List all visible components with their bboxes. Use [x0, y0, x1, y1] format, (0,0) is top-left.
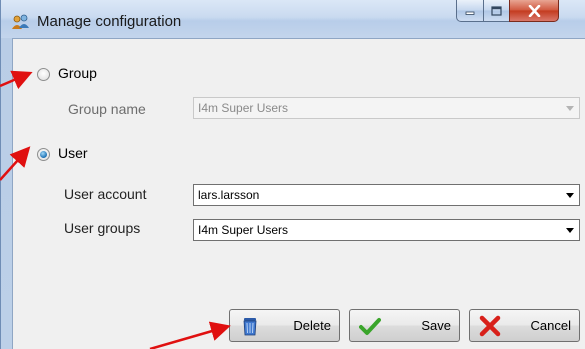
- group-radio-label[interactable]: Group: [58, 65, 97, 81]
- checkmark-icon: [359, 318, 381, 335]
- minimize-button[interactable]: [456, 0, 484, 22]
- chevron-down-icon: [566, 106, 574, 111]
- cancel-button[interactable]: Cancel: [469, 309, 580, 342]
- trash-icon: [243, 318, 257, 336]
- user-radio[interactable]: [37, 148, 50, 161]
- user-account-value: lars.larsson: [198, 188, 260, 202]
- user-groups-value: I4m Super Users: [198, 223, 289, 237]
- group-name-label: Group name: [68, 101, 146, 117]
- maximize-button[interactable]: [483, 0, 510, 22]
- manage-configuration-window: Manage configuration Group Group name I4…: [0, 0, 585, 349]
- group-radio[interactable]: [37, 68, 50, 81]
- user-groups-select[interactable]: I4m Super Users: [193, 219, 580, 241]
- cancel-x-icon: [479, 315, 501, 337]
- save-label: Save: [421, 318, 451, 333]
- delete-label: Delete: [293, 318, 331, 333]
- dialog-client-area: Group Group name I4m Super Users User Us…: [12, 38, 585, 349]
- cancel-label: Cancel: [530, 318, 571, 333]
- chevron-down-icon: [566, 228, 574, 233]
- close-button[interactable]: [509, 0, 559, 22]
- users-icon: [12, 14, 29, 29]
- delete-button[interactable]: Delete: [229, 309, 340, 342]
- user-radio-label[interactable]: User: [58, 145, 88, 161]
- save-button[interactable]: Save: [349, 309, 460, 342]
- maximize-icon: [491, 5, 502, 16]
- group-name-value: I4m Super Users: [198, 101, 289, 115]
- window-title: Manage configuration: [37, 13, 182, 30]
- user-account-select[interactable]: lars.larsson: [193, 184, 580, 206]
- chevron-down-icon: [566, 193, 574, 198]
- minimize-icon: [465, 11, 475, 15]
- user-groups-label: User groups: [64, 220, 141, 236]
- group-name-select[interactable]: I4m Super Users: [193, 97, 580, 119]
- user-account-label: User account: [64, 186, 147, 202]
- title-bar[interactable]: Manage configuration: [1, 0, 585, 38]
- close-icon: [528, 4, 540, 17]
